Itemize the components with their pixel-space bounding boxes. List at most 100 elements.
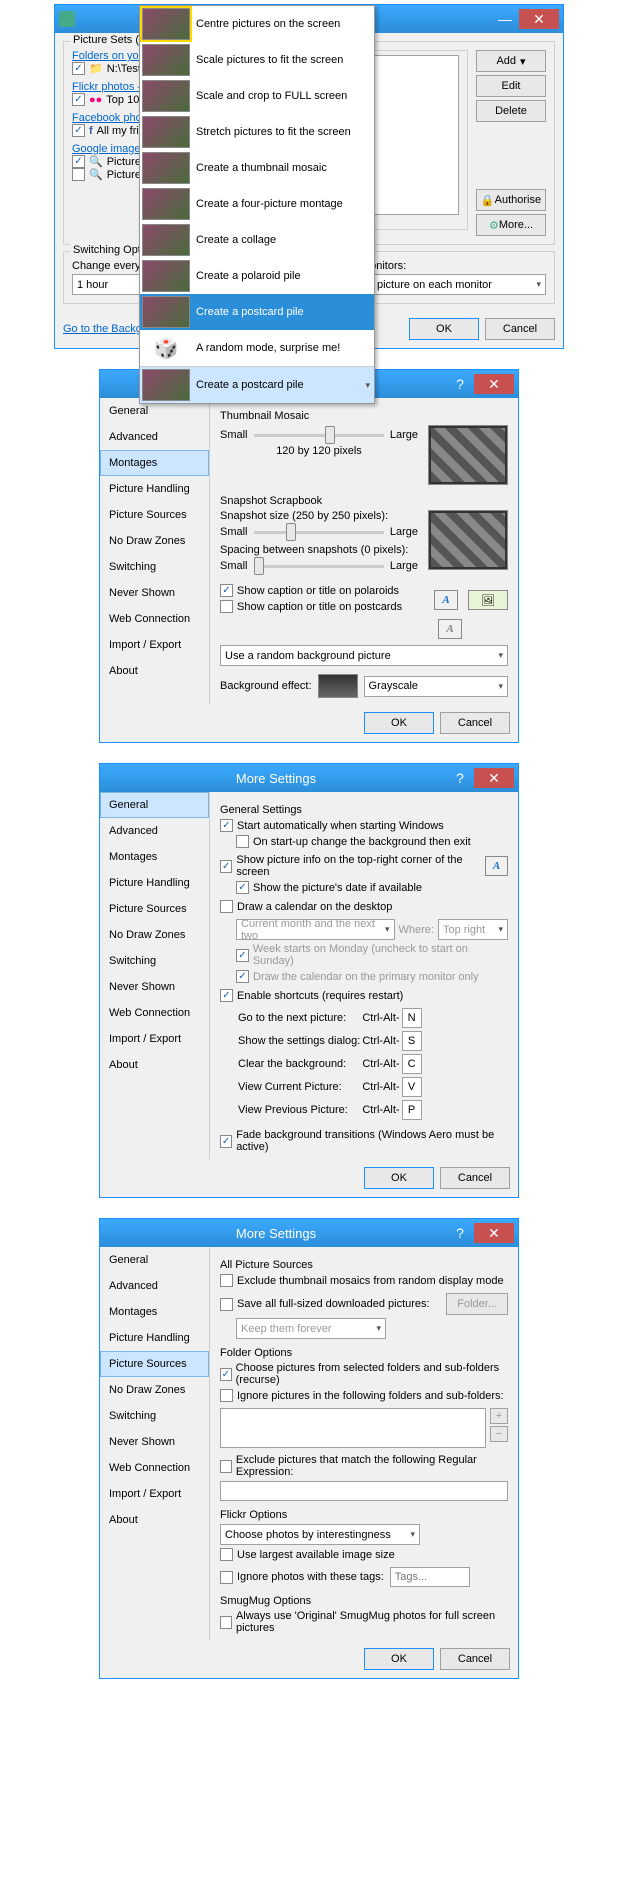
ok-button[interactable]: OK [364, 1167, 434, 1189]
tab-general[interactable]: General [100, 1247, 209, 1273]
menu-centre[interactable]: Centre pictures on the screen [140, 6, 374, 42]
colour-button[interactable]: 🖼 [468, 590, 508, 610]
tab-no-draw[interactable]: No Draw Zones [100, 1377, 209, 1403]
authorise-button[interactable]: 🔒Authorise [476, 189, 546, 211]
delete-button[interactable]: Delete [476, 100, 546, 122]
fade-check[interactable]: Fade background transitions (Windows Aer… [220, 1129, 508, 1153]
menu-stretch[interactable]: Stretch pictures to fit the screen [140, 114, 374, 150]
tab-montages[interactable]: Montages [100, 844, 209, 870]
key-view-prev[interactable] [402, 1100, 422, 1120]
ok-button[interactable]: OK [364, 712, 434, 734]
key-next[interactable] [402, 1008, 422, 1028]
close-button[interactable]: ✕ [474, 374, 514, 394]
cancel-button[interactable]: Cancel [440, 712, 510, 734]
menu-four-montage[interactable]: Create a four-picture montage [140, 186, 374, 222]
tab-picture-handling[interactable]: Picture Handling [100, 1325, 209, 1351]
tab-advanced[interactable]: Advanced [100, 818, 209, 844]
menu-postcard[interactable]: Create a postcard pile [140, 294, 374, 330]
exclude-thumb-check[interactable]: Exclude thumbnail mosaics from random di… [220, 1274, 504, 1287]
ignore-folders-check[interactable]: Ignore pictures in the following folders… [220, 1389, 504, 1402]
menu-scale-crop[interactable]: Scale and crop to FULL screen [140, 78, 374, 114]
exclude-regex-check[interactable]: Exclude pictures that match the followin… [220, 1454, 508, 1478]
tab-no-draw[interactable]: No Draw Zones [100, 528, 209, 554]
keep-dropdown[interactable]: Keep them forever [236, 1318, 386, 1339]
font-button-2[interactable]: A [438, 619, 462, 639]
spacing-slider[interactable]: Small Large [220, 560, 418, 572]
smugmug-orig-check[interactable]: Always use 'Original' SmugMug photos for… [220, 1610, 508, 1634]
tab-web-connection[interactable]: Web Connection [100, 1455, 209, 1481]
largest-check[interactable]: Use largest available image size [220, 1548, 395, 1561]
tab-about[interactable]: About [100, 658, 209, 684]
tab-import-export[interactable]: Import / Export [100, 1481, 209, 1507]
tab-advanced[interactable]: Advanced [100, 424, 209, 450]
startup-change-check[interactable]: On start-up change the background then e… [236, 835, 471, 848]
tab-never-shown[interactable]: Never Shown [100, 580, 209, 606]
help-button[interactable]: ? [448, 768, 472, 788]
key-clear[interactable] [402, 1054, 422, 1074]
tab-switching[interactable]: Switching [100, 1403, 209, 1429]
folder-button[interactable]: Folder... [446, 1293, 508, 1315]
menu-polaroid[interactable]: Create a polaroid pile [140, 258, 374, 294]
ignore-folders-list[interactable] [220, 1408, 486, 1448]
tab-about[interactable]: About [100, 1507, 209, 1533]
close-button[interactable]: ✕ [519, 9, 559, 29]
tab-montages[interactable]: Montages [100, 1299, 209, 1325]
help-button[interactable]: ? [448, 374, 472, 394]
ignore-tags-check[interactable]: Ignore photos with these tags: [220, 1571, 384, 1584]
ok-button[interactable]: OK [409, 318, 479, 340]
tab-about[interactable]: About [100, 1052, 209, 1078]
titlebar[interactable]: More Settings ? ✕ [100, 764, 518, 792]
bg-effect-dropdown[interactable]: Grayscale [364, 676, 508, 697]
cal-range-dropdown[interactable]: Current month and the next two [236, 919, 395, 940]
tab-picture-handling[interactable]: Picture Handling [100, 476, 209, 502]
thumb-size-slider[interactable]: Small Large [220, 429, 418, 441]
recurse-check[interactable]: Choose pictures from selected folders an… [220, 1362, 508, 1386]
close-button[interactable]: ✕ [474, 768, 514, 788]
snap-size-slider[interactable]: Small Large [220, 526, 418, 538]
tab-switching[interactable]: Switching [100, 554, 209, 580]
tab-picture-handling[interactable]: Picture Handling [100, 870, 209, 896]
font-button-1[interactable]: A [434, 590, 458, 610]
font-button[interactable]: A [485, 856, 508, 876]
tab-web-connection[interactable]: Web Connection [100, 606, 209, 632]
flickr-sort-dropdown[interactable]: Choose photos by interestingness [220, 1524, 420, 1545]
tab-switching[interactable]: Switching [100, 948, 209, 974]
enable-shortcuts-check[interactable]: Enable shortcuts (requires restart) [220, 989, 403, 1002]
key-settings[interactable] [402, 1031, 422, 1051]
caption-polaroid-check[interactable]: Show caption or title on polaroids [220, 584, 399, 597]
add-button[interactable]: Add ▾ [476, 50, 546, 72]
save-full-check[interactable]: Save all full-sized downloaded pictures: [220, 1298, 430, 1311]
start-auto-check[interactable]: Start automatically when starting Window… [220, 819, 444, 832]
cancel-button[interactable]: Cancel [440, 1167, 510, 1189]
help-button[interactable]: ? [448, 1223, 472, 1243]
minimize-button[interactable]: — [493, 9, 517, 29]
tab-picture-sources[interactable]: Picture Sources [100, 896, 209, 922]
tab-general[interactable]: General [100, 792, 209, 818]
key-view-current[interactable] [402, 1077, 422, 1097]
tab-picture-sources[interactable]: Picture Sources [100, 502, 209, 528]
add-folder-button[interactable]: + [490, 1408, 508, 1424]
cancel-button[interactable]: Cancel [440, 1648, 510, 1670]
menu-mosaic[interactable]: Create a thumbnail mosaic [140, 150, 374, 186]
show-date-check[interactable]: Show the picture's date if available [236, 881, 422, 894]
tab-web-connection[interactable]: Web Connection [100, 1000, 209, 1026]
tab-never-shown[interactable]: Never Shown [100, 1429, 209, 1455]
random-bg-dropdown[interactable]: Use a random background picture [220, 645, 508, 666]
menu-scale-fit[interactable]: Scale pictures to fit the screen [140, 42, 374, 78]
menu-collage[interactable]: Create a collage [140, 222, 374, 258]
cancel-button[interactable]: Cancel [485, 318, 555, 340]
ok-button[interactable]: OK [364, 1648, 434, 1670]
regex-input[interactable] [220, 1481, 508, 1501]
tab-no-draw[interactable]: No Draw Zones [100, 922, 209, 948]
mode-dropdown[interactable]: Create a postcard pile [140, 367, 374, 403]
tab-picture-sources[interactable]: Picture Sources [100, 1351, 209, 1377]
tab-import-export[interactable]: Import / Export [100, 632, 209, 658]
show-info-check[interactable]: Show picture info on the top-right corne… [220, 854, 485, 878]
tab-never-shown[interactable]: Never Shown [100, 974, 209, 1000]
remove-folder-button[interactable]: − [490, 1426, 508, 1442]
more-button[interactable]: ⚙More... [476, 214, 546, 236]
tab-montages[interactable]: Montages [100, 450, 209, 476]
tab-advanced[interactable]: Advanced [100, 1273, 209, 1299]
draw-primary-check[interactable]: Draw the calendar on the primary monitor… [236, 970, 479, 983]
menu-random[interactable]: 🎲A random mode, surprise me! [140, 330, 374, 366]
